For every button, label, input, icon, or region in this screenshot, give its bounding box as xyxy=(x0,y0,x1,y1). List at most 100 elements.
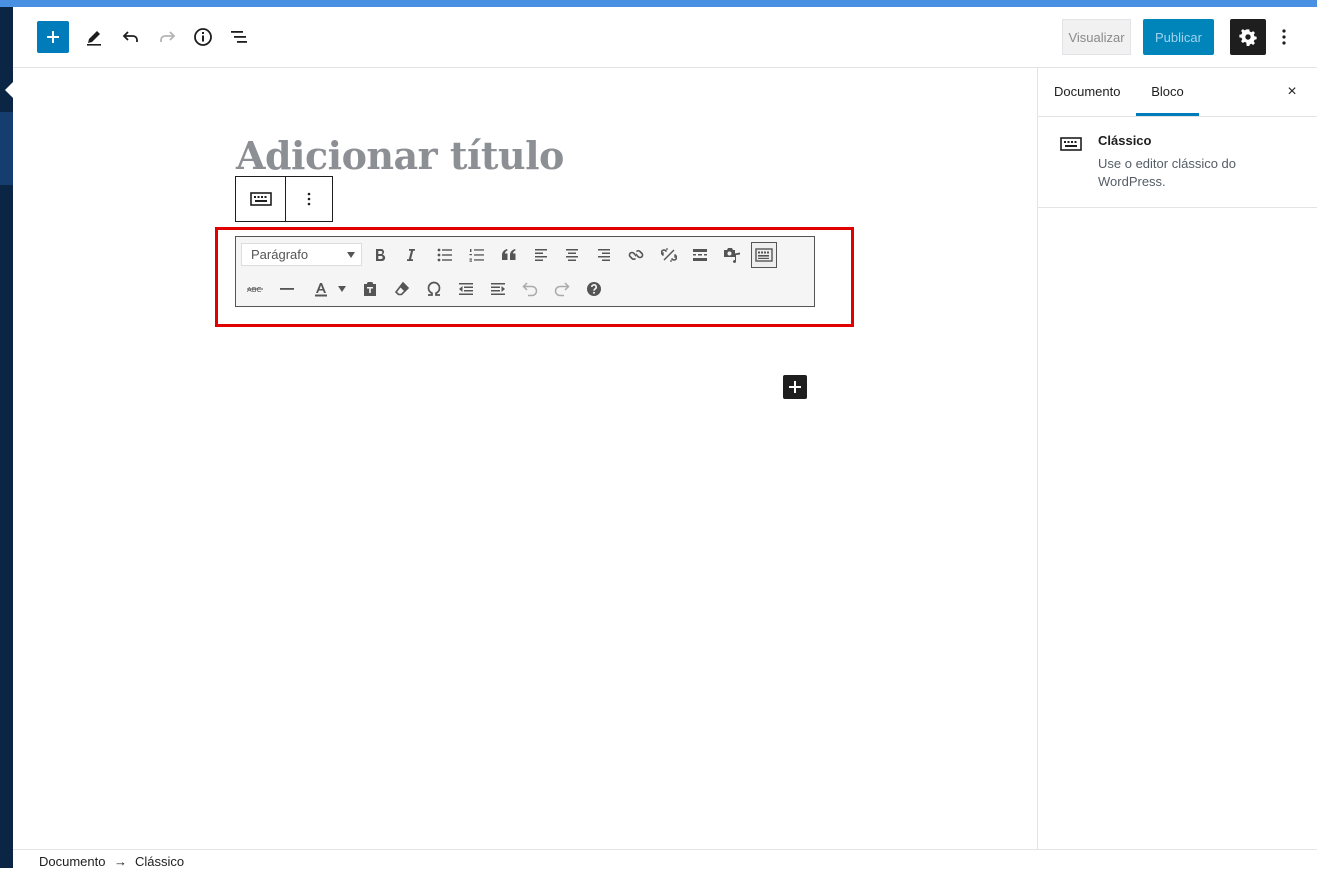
close-sidebar-button[interactable]: × xyxy=(1282,82,1302,102)
add-media-button[interactable] xyxy=(719,242,745,268)
admin-sidebar xyxy=(0,7,13,868)
block-toolbar xyxy=(235,176,333,222)
align-center-icon xyxy=(566,249,578,261)
undo-icon xyxy=(522,282,538,297)
outline-button[interactable] xyxy=(221,19,257,55)
block-title: Clássico xyxy=(1098,133,1152,148)
settings-button[interactable] xyxy=(1230,19,1266,55)
redo-icon xyxy=(160,31,176,42)
info-button[interactable] xyxy=(185,19,221,55)
editor-undo-button[interactable] xyxy=(517,276,543,302)
eraser-icon xyxy=(394,281,410,296)
undo-icon xyxy=(122,31,138,42)
clear-formatting-button[interactable] xyxy=(389,276,415,302)
pencil-icon xyxy=(87,31,101,46)
keyboard-icon xyxy=(249,192,272,206)
help-icon xyxy=(587,282,601,296)
tab-document[interactable]: Documento xyxy=(1054,68,1120,116)
text-color-button[interactable] xyxy=(306,276,336,302)
block-type-button[interactable] xyxy=(236,177,286,221)
info-icon xyxy=(194,28,212,46)
read-more-icon xyxy=(693,249,707,261)
keyboard-shortcuts-button[interactable] xyxy=(581,276,607,302)
tools-button[interactable] xyxy=(76,19,112,55)
settings-sidebar: Documento Bloco × Clássico Use o editor … xyxy=(1037,68,1317,850)
align-right-icon xyxy=(598,249,610,261)
admin-sidebar-notch xyxy=(5,82,13,98)
keyboard-icon xyxy=(1060,137,1082,156)
decrease-indent-button[interactable] xyxy=(453,276,479,302)
gear-icon xyxy=(1239,29,1257,46)
post-title-placeholder[interactable]: Adicionar título xyxy=(236,133,564,178)
media-icon xyxy=(724,248,740,263)
bold-icon xyxy=(376,249,386,262)
breadcrumb-document[interactable]: Documento xyxy=(39,854,105,869)
link-icon xyxy=(628,250,644,260)
breadcrumb: Documento → Clássico xyxy=(13,849,1317,869)
block-more-button[interactable] xyxy=(285,177,332,221)
insert-link-button[interactable] xyxy=(623,242,649,268)
redo-icon xyxy=(554,282,570,297)
paste-as-text-button[interactable] xyxy=(357,276,383,302)
increase-indent-button[interactable] xyxy=(485,276,511,302)
text-color-dropdown[interactable] xyxy=(336,276,348,302)
svg-text:ABC: ABC xyxy=(247,286,261,294)
bullet-list-button[interactable] xyxy=(432,242,458,268)
toolbar-toggle-button[interactable] xyxy=(751,242,777,268)
block-info-card: Clássico Use o editor clássico do WordPr… xyxy=(1038,117,1317,208)
plus-icon xyxy=(789,381,801,393)
numbered-list-button[interactable] xyxy=(464,242,490,268)
editor-header: Visualizar Publicar xyxy=(13,7,1317,68)
preview-button[interactable]: Visualizar xyxy=(1062,19,1131,55)
add-block-button[interactable] xyxy=(37,21,69,53)
admin-sidebar-active xyxy=(0,112,13,185)
quote-icon xyxy=(502,249,516,260)
breadcrumb-classic[interactable]: Clássico xyxy=(135,854,184,869)
sidebar-tabs: Documento Bloco × xyxy=(1038,68,1317,117)
bullet-list-icon xyxy=(437,248,452,262)
special-character-button[interactable] xyxy=(421,276,447,302)
format-select[interactable]: Parágrafo xyxy=(241,243,362,266)
top-accent-strip xyxy=(0,0,1317,7)
horizontal-line-button[interactable] xyxy=(274,276,300,302)
italic-icon xyxy=(407,249,415,261)
strikethrough-icon: ABC xyxy=(247,286,263,294)
editor-redo-button[interactable] xyxy=(549,276,575,302)
align-left-button[interactable] xyxy=(528,242,554,268)
remove-link-button[interactable] xyxy=(656,242,682,268)
list-view-icon xyxy=(231,31,247,43)
align-center-button[interactable] xyxy=(559,242,585,268)
bold-button[interactable] xyxy=(367,242,393,268)
active-tab-indicator xyxy=(1136,113,1199,116)
tab-block[interactable]: Bloco xyxy=(1136,68,1199,116)
plus-icon xyxy=(47,31,59,43)
unlink-icon xyxy=(661,248,677,262)
caret-down-icon xyxy=(338,286,346,292)
undo-button[interactable] xyxy=(113,19,149,55)
inline-add-block-button[interactable] xyxy=(783,375,807,399)
tab-block-label: Bloco xyxy=(1151,84,1184,99)
keyboard-icon xyxy=(755,248,773,262)
breadcrumb-separator: → xyxy=(114,854,127,869)
italic-button[interactable] xyxy=(398,242,424,268)
more-options-button[interactable] xyxy=(1275,19,1293,55)
clipboard-icon xyxy=(364,282,376,296)
block-description: Use o editor clássico do WordPress. xyxy=(1098,156,1237,189)
strikethrough-button[interactable]: ABC xyxy=(242,276,268,302)
align-right-button[interactable] xyxy=(591,242,617,268)
publish-button[interactable]: Publicar xyxy=(1143,19,1214,55)
align-left-icon xyxy=(535,249,547,261)
numbered-list-icon xyxy=(469,249,484,262)
vertical-ellipsis-icon xyxy=(307,192,310,206)
caret-down-icon xyxy=(347,252,355,258)
horizontal-line-icon xyxy=(280,288,294,290)
vertical-ellipsis-icon xyxy=(1282,29,1286,45)
read-more-button[interactable] xyxy=(687,242,713,268)
close-icon: × xyxy=(1287,83,1297,100)
classic-editor-toolbar: Parágrafo ABC xyxy=(235,236,815,307)
outdent-icon xyxy=(459,283,473,295)
text-color-icon xyxy=(315,283,327,297)
format-select-value: Parágrafo xyxy=(251,247,309,262)
redo-button[interactable] xyxy=(149,19,185,55)
blockquote-button[interactable] xyxy=(496,242,522,268)
